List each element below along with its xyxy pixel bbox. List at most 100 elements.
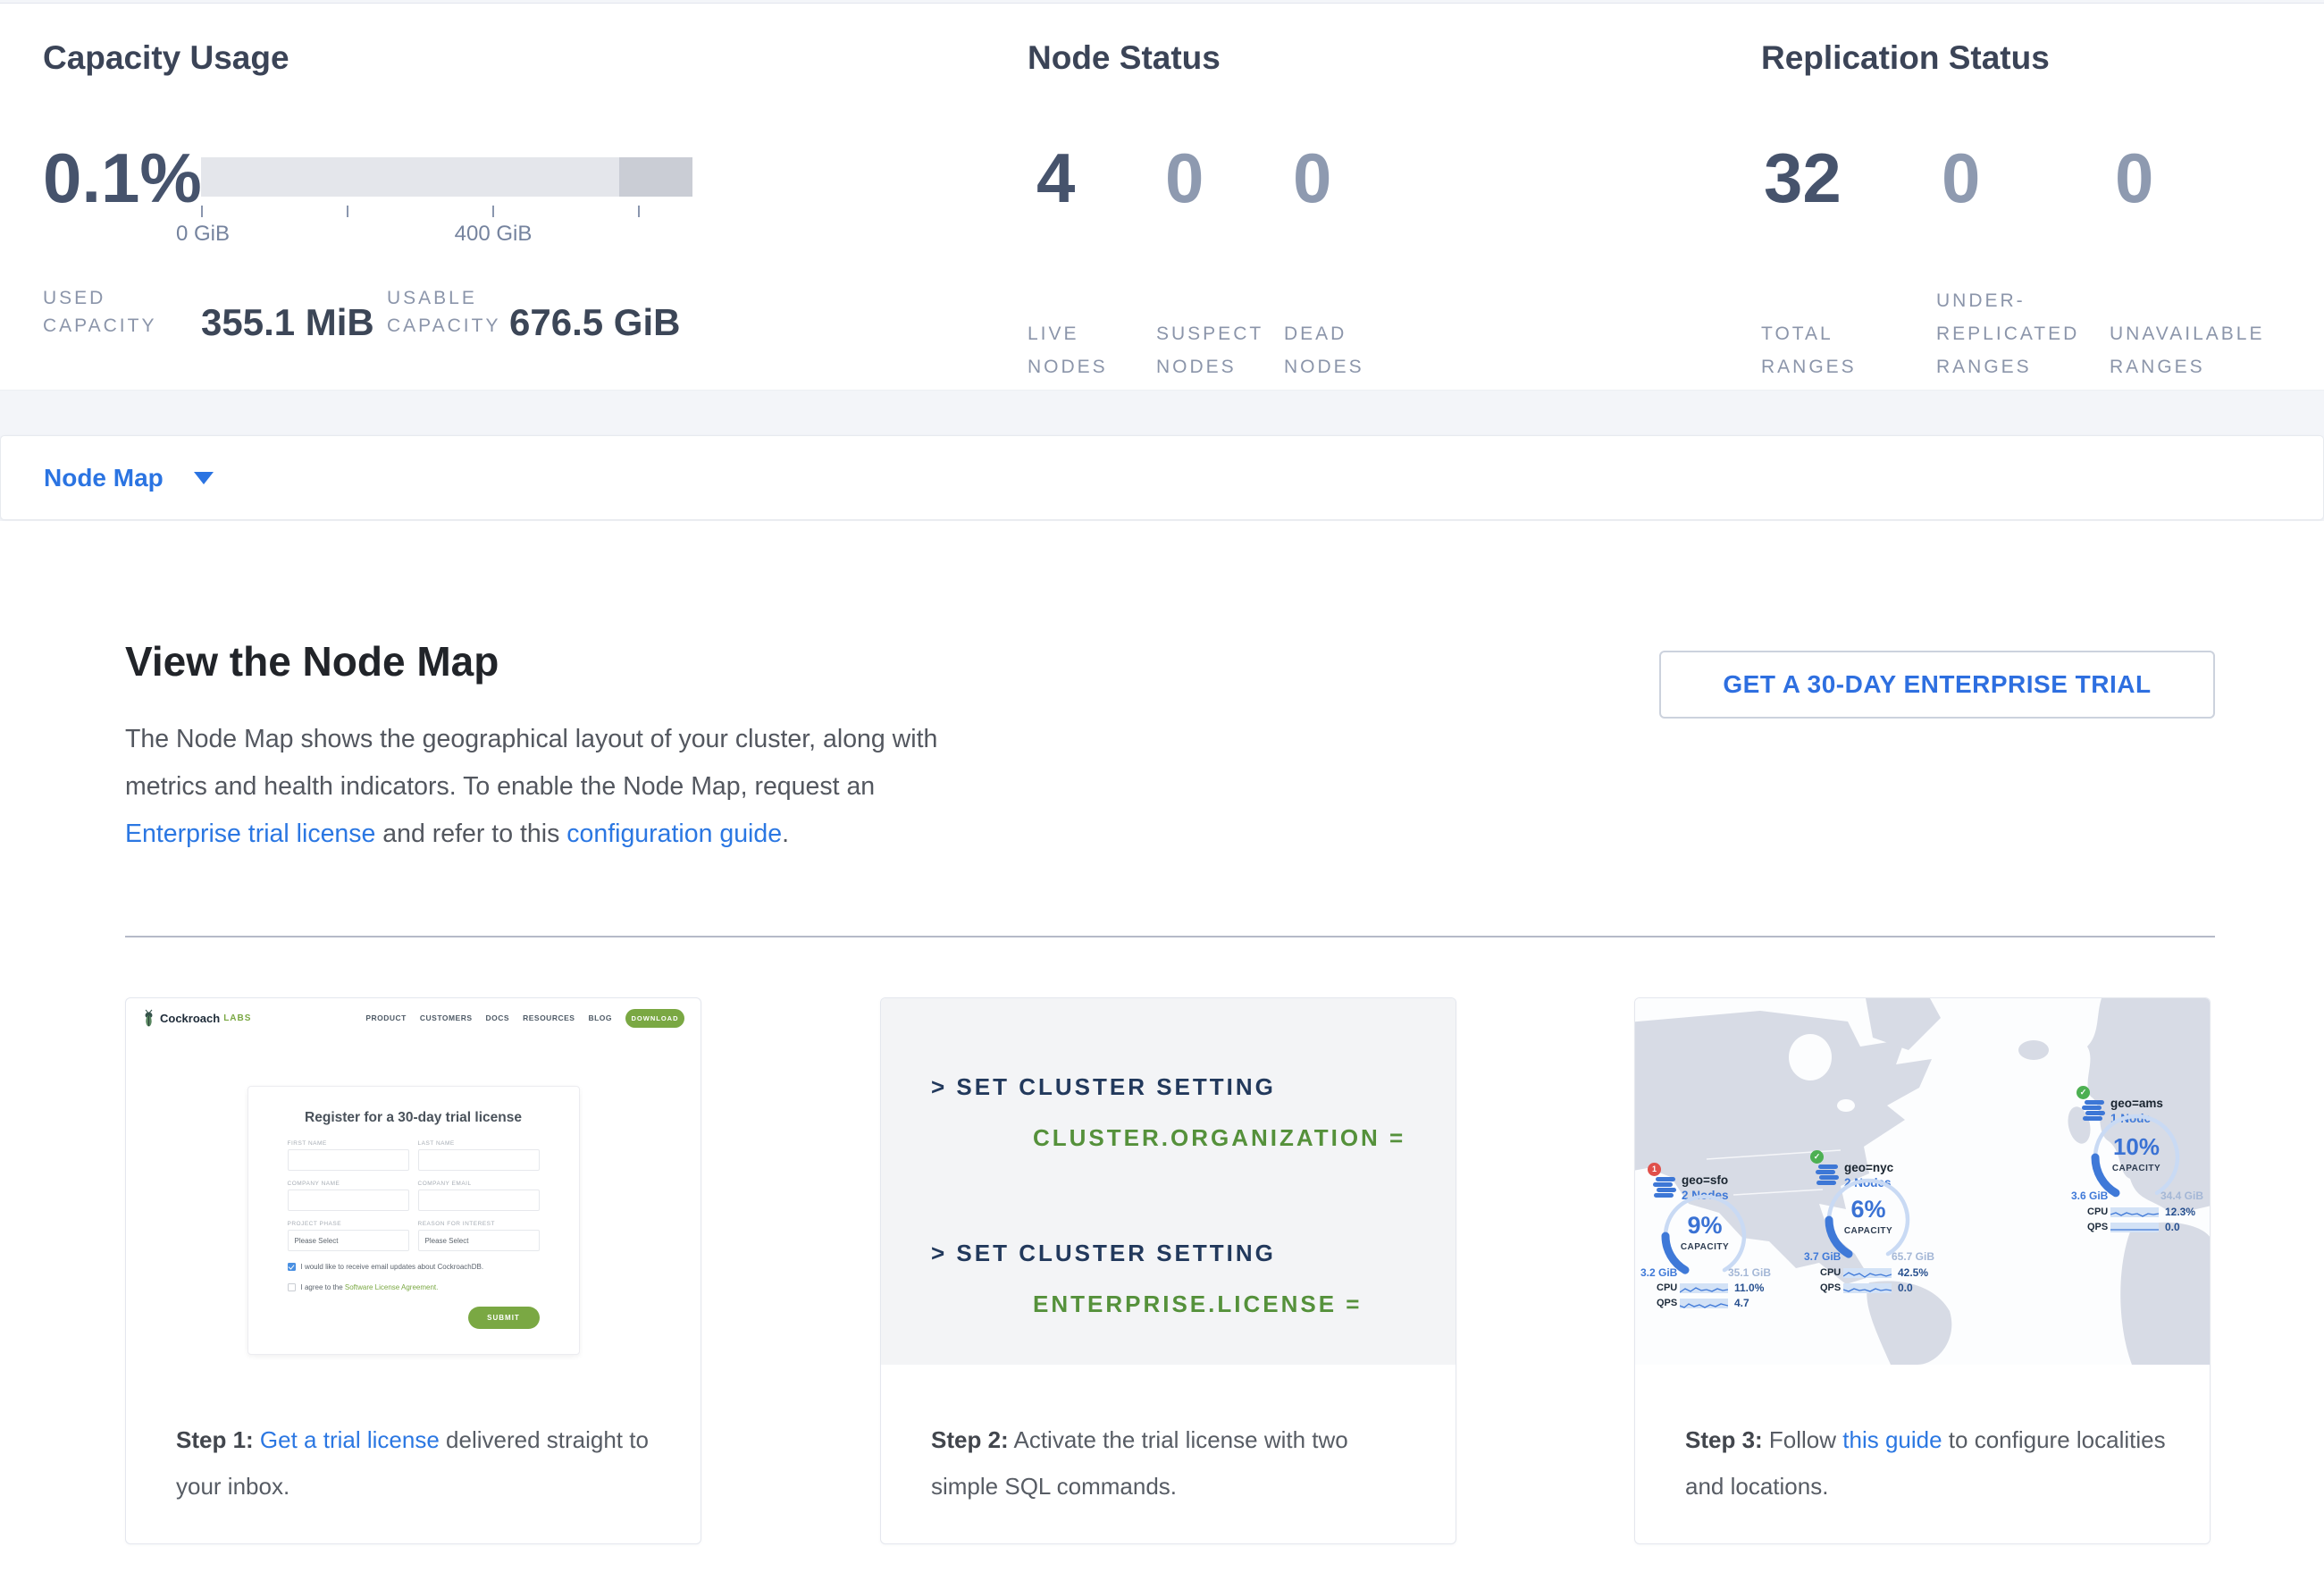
cpu-value: 12.3%: [2165, 1206, 2195, 1218]
description-text-2: and refer to this: [375, 820, 566, 848]
mini-check1-text: I would like to receive email updates ab…: [301, 1263, 484, 1272]
step2-card: > SET CLUSTER SETTING CLUSTER.ORGANIZATI…: [880, 997, 1456, 1544]
dead-nodes-label-line1: DEAD: [1284, 317, 1364, 350]
mini-select: Please Select: [288, 1230, 409, 1251]
qps-metric-row: QPS 4.7: [1657, 1297, 1749, 1309]
mini-nav-resources: RESOURCES: [523, 1013, 575, 1022]
capacity-axis-tick: [347, 206, 348, 217]
mini-input: [418, 1149, 540, 1171]
used-gib: 3.7 GiB: [1804, 1250, 1841, 1263]
this-guide-link[interactable]: this guide: [1842, 1426, 1942, 1453]
suspect-nodes-label-line2: NODES: [1156, 350, 1263, 383]
qps-metric-row: QPS 0.0: [1820, 1282, 1913, 1294]
step1-caption: Step 1: Get a trial license delivered st…: [126, 1365, 701, 1509]
error-badge-icon: 1: [1648, 1163, 1661, 1176]
mini-field-label: COMPANY NAME: [288, 1181, 409, 1187]
qps-value: 4.7: [1734, 1297, 1749, 1309]
checkbox-empty-icon: [288, 1283, 296, 1291]
unavailable-label-line2: RANGES: [2110, 350, 2264, 383]
suspect-nodes-value: 0: [1165, 143, 1204, 213]
usable-capacity-label-line2: CAPACITY: [387, 315, 500, 336]
configuration-guide-link[interactable]: configuration guide: [566, 820, 782, 848]
qps-label: QPS: [2087, 1222, 2110, 1232]
mini-form-title: Register for a 30-day trial license: [288, 1110, 540, 1126]
mini-check2-pre: I agree to the: [301, 1283, 345, 1291]
step3-text-before: Follow: [1763, 1426, 1843, 1453]
live-nodes-value: 4: [1036, 143, 1075, 213]
used-capacity-label-line2: CAPACITY: [43, 315, 156, 336]
under-replicated-ranges-value: 0: [1942, 143, 1980, 213]
sql-line-1: > SET CLUSTER SETTING: [931, 1073, 1456, 1101]
used-gib: 3.6 GiB: [2071, 1190, 2108, 1202]
mini-input: [288, 1190, 409, 1211]
get-trial-license-link[interactable]: Get a trial license: [260, 1426, 440, 1453]
healthy-badge-icon: ✓: [2076, 1086, 2090, 1099]
gauge-gib-range: 3.6 GiB 34.4 GiB: [2071, 1190, 2203, 1202]
total-gib: 65.7 GiB: [1892, 1250, 1934, 1263]
gauge-percent: 9%: [1656, 1212, 1754, 1240]
node-status-title: Node Status: [1028, 39, 1599, 77]
capacity-usage-title: Capacity Usage: [43, 39, 981, 77]
gauge-percent: 6%: [1819, 1196, 1917, 1223]
cpu-sparkline: [1680, 1283, 1728, 1293]
mini-field-first-name: FIRST NAME: [288, 1140, 409, 1171]
step1-card: Cockroach LABS PRODUCT CUSTOMERS DOCS RE…: [125, 997, 701, 1544]
gauge-gib-range: 3.2 GiB 35.1 GiB: [1640, 1266, 1771, 1279]
qps-value: 0.0: [2165, 1221, 2180, 1233]
mini-submit-button: SUBMIT: [468, 1307, 540, 1329]
capacity-usage-section: Capacity Usage 0.1% 0 GiB 400 GiB USED C…: [43, 39, 981, 77]
total-ranges-label-line1: TOTAL: [1761, 317, 1857, 350]
mini-check2-text: I agree to the Software License Agreemen…: [301, 1283, 439, 1292]
cpu-sparkline: [1843, 1268, 1892, 1278]
step1-prefix: Step 1:: [176, 1426, 254, 1453]
cpu-sparkline: [2110, 1207, 2159, 1217]
mini-field-label: PROJECT PHASE: [288, 1221, 409, 1227]
unavailable-ranges-value: 0: [2115, 143, 2153, 213]
mini-input: [418, 1190, 540, 1211]
capacity-axis-label-0: 0 GiB: [176, 222, 230, 247]
suspect-nodes-label: SUSPECT NODES: [1156, 263, 1263, 383]
total-ranges-label-line2: RANGES: [1761, 350, 1857, 383]
locality-name: geo=sfo: [1682, 1173, 1728, 1187]
replication-status-title: Replication Status: [1761, 39, 2315, 77]
gauge-percent: 10%: [2086, 1133, 2186, 1161]
mini-field-company-name: COMPANY NAME: [288, 1181, 409, 1211]
description-text-1: The Node Map shows the geographical layo…: [125, 725, 937, 801]
live-nodes-label: LIVE NODES: [1028, 263, 1108, 383]
mini-field-company-email: COMPANY EMAIL: [418, 1181, 540, 1211]
enterprise-trial-license-link[interactable]: Enterprise trial license: [125, 820, 375, 848]
cluster-summary-panel: Capacity Usage 0.1% 0 GiB 400 GiB USED C…: [0, 3, 2324, 391]
mini-brand-labs-text: LABS: [223, 1013, 251, 1023]
mini-nav-blog: BLOG: [588, 1013, 612, 1022]
qps-sparkline: [1843, 1283, 1892, 1293]
step3-caption: Step 3: Follow this guide to configure l…: [1635, 1365, 2210, 1509]
gauge-capacity-label: CAPACITY: [1819, 1226, 1917, 1236]
capacity-used-percent: 0.1%: [43, 143, 202, 213]
view-selector-dropdown[interactable]: Node Map: [0, 435, 2324, 520]
qps-sparkline: [2110, 1223, 2159, 1232]
mini-site-nav: PRODUCT CUSTOMERS DOCS RESOURCES BLOG: [365, 1013, 612, 1022]
under-replicated-label-line2: REPLICATED: [1936, 317, 2079, 350]
suspect-nodes-label-line1: SUSPECT: [1156, 317, 1263, 350]
mini-field-label: COMPANY EMAIL: [418, 1181, 540, 1187]
gauge-capacity-label: CAPACITY: [1656, 1242, 1754, 1252]
total-ranges-label: TOTAL RANGES: [1761, 263, 1857, 383]
view-selector-label[interactable]: Node Map: [44, 464, 164, 492]
mini-field-reason: REASON FOR INTEREST Please Select: [418, 1221, 540, 1251]
cpu-value: 42.5%: [1898, 1266, 1928, 1279]
sql-line-2: CLUSTER.ORGANIZATION =: [1033, 1124, 1456, 1152]
used-capacity-label: USED CAPACITY: [43, 284, 156, 340]
capacity-axis-tick: [492, 206, 494, 217]
capacity-axis-tick: [201, 206, 203, 217]
cpu-metric-row: CPU 42.5%: [1820, 1266, 1928, 1279]
sql-commands-panel: > SET CLUSTER SETTING CLUSTER.ORGANIZATI…: [881, 998, 1456, 1365]
qps-label: QPS: [1657, 1298, 1680, 1308]
node-status-section: Node Status 4 LIVE NODES 0 SUSPECT NODES…: [1028, 39, 1599, 77]
mini-field-project-phase: PROJECT PHASE Please Select: [288, 1221, 409, 1251]
mini-license-agreement-link: Software License Agreement.: [345, 1283, 439, 1291]
enterprise-trial-button[interactable]: GET A 30-DAY ENTERPRISE TRIAL: [1659, 651, 2215, 719]
dead-nodes-value: 0: [1293, 143, 1331, 213]
sql-line-3: > SET CLUSTER SETTING: [931, 1240, 1456, 1267]
mini-nav-product: PRODUCT: [365, 1013, 407, 1022]
capacity-axis-label-400: 400 GiB: [455, 222, 533, 247]
